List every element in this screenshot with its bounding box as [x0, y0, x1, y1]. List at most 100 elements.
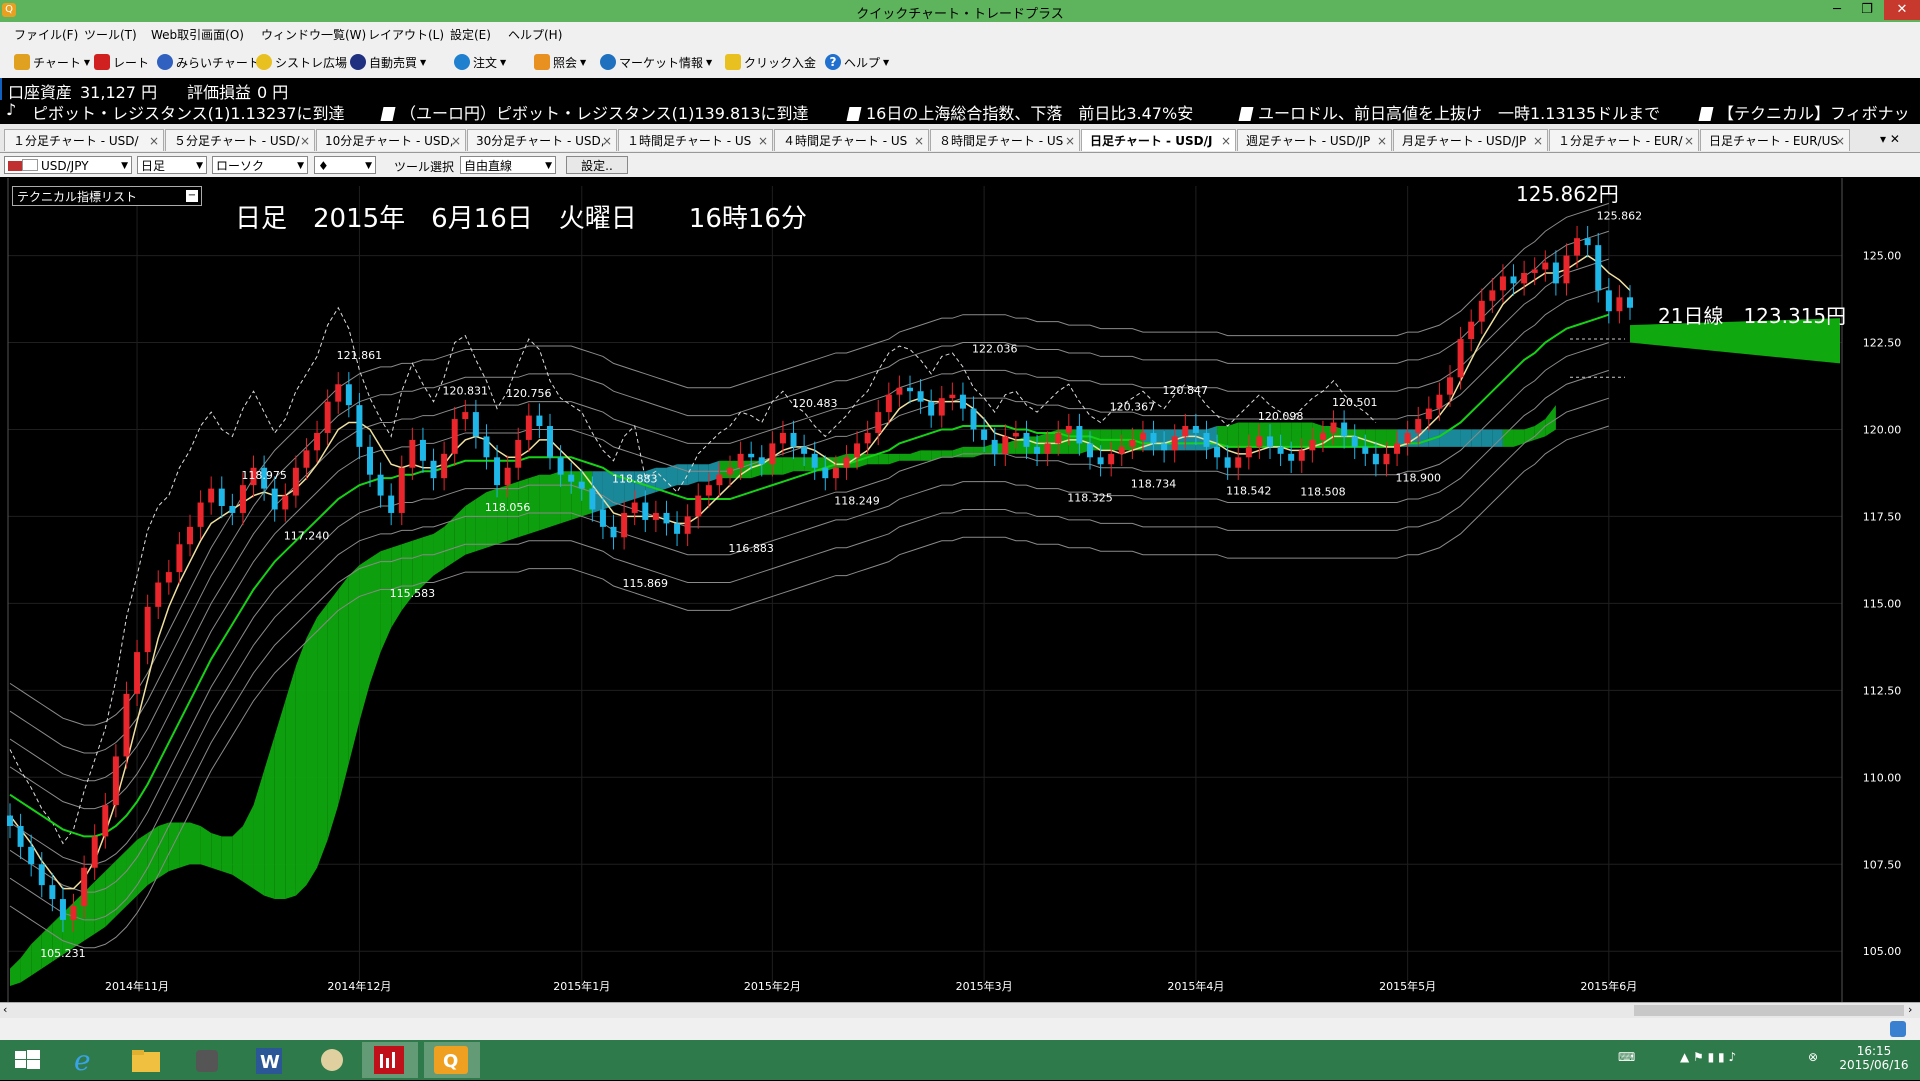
tab-chart-8[interactable]: 週足チャート - USD/JP × [1237, 129, 1392, 151]
help-button[interactable]: ? ヘルプ ▼ [825, 52, 889, 72]
tab-chart-11[interactable]: 日足チャート - EUR/US × [1700, 129, 1850, 151]
cloud-segment [338, 575, 349, 806]
tab-chart-9[interactable]: 月足チャート - USD/JP × [1393, 129, 1548, 151]
rate-button[interactable]: レート [94, 52, 149, 72]
candle-body [112, 756, 119, 806]
news-item[interactable]: ピボット・レジスタンス(1)1.13237に到達 [32, 100, 345, 122]
ie-icon[interactable]: e [56, 1042, 112, 1078]
menu-help[interactable]: ヘルプ(H) [508, 26, 562, 43]
menu-file[interactable]: ファイル(F) [14, 26, 78, 43]
candle-body [218, 488, 225, 506]
order-button[interactable]: 注文 ▼ [454, 52, 506, 72]
tab-close-icon[interactable]: × [758, 130, 768, 151]
word-icon[interactable]: W [242, 1042, 298, 1078]
svg-text:W: W [260, 1052, 280, 1073]
price-chart[interactable]: 125.00 122.50 120.00 117.50 115.00 112.50 110.… [0, 178, 1920, 1002]
menu-settings[interactable]: 設定(E) [450, 26, 491, 43]
cloud-segment [274, 700, 286, 900]
price-label: 120.756 [506, 387, 552, 400]
news-item[interactable]: 【テクニカル】フィボナッ [1698, 100, 1910, 122]
candle-body [324, 401, 331, 433]
tab-chart-2[interactable]: 10分足チャート - USD, × [316, 129, 466, 151]
menu-web-trade[interactable]: Web取引画面(O) [151, 26, 244, 43]
news-item[interactable]: （ユーロ円）ピボット・レジスタンス(1)139.813に到達 [380, 100, 809, 122]
settings-button[interactable]: 設定.. [566, 156, 628, 174]
tab-close-icon[interactable]: × [1065, 130, 1075, 151]
tab-chart-3[interactable]: 30分足チャート - USD, × [467, 129, 617, 151]
quick-chart-icon[interactable]: Q [424, 1042, 480, 1078]
pair-select[interactable]: USD/JPY ▼ [4, 156, 132, 174]
tab-close-icon[interactable]: × [1835, 130, 1845, 151]
tab-chart-7[interactable]: 日足チャート - USD/J × [1081, 129, 1236, 151]
systre-button[interactable]: シストレ広場 [256, 52, 347, 72]
tab-chart-6[interactable]: ８時間足チャート - US × [930, 129, 1080, 151]
candle-body [1118, 446, 1125, 454]
scroll-left-icon[interactable]: ‹ [3, 1003, 7, 1016]
chart-canvas[interactable]: 125.00 122.50 120.00 117.50 115.00 112.50 110.… [0, 178, 1920, 1002]
tab-close-icon[interactable]: × [1684, 130, 1694, 151]
mirai-chart-button[interactable]: みらいチャート [157, 52, 260, 72]
market-info-button[interactable]: マーケット情報 ▼ [600, 52, 712, 72]
clock[interactable]: 16:15 2015/06/16 [1832, 1044, 1916, 1072]
ma-fast-line [9, 254, 1631, 890]
keyboard-icon[interactable]: ⌨ [1618, 1050, 1635, 1064]
scroll-right-icon[interactable]: › [1908, 1003, 1912, 1016]
trading-app-icon[interactable] [362, 1042, 418, 1078]
close-icon[interactable]: ✕ [1884, 0, 1920, 20]
notification-icon[interactable]: ⊗ [1808, 1050, 1818, 1064]
tab-close-icon[interactable]: × [602, 130, 612, 151]
period-select[interactable]: 日足 ▼ [137, 156, 207, 174]
tab-close-icon[interactable]: × [914, 130, 924, 151]
candle-body [811, 453, 818, 468]
tab-chart-0[interactable]: １分足チャート - USD/ × [4, 129, 164, 151]
tab-close-icon[interactable]: × [451, 130, 461, 151]
cloud-segment [1365, 429, 1376, 447]
minimize-icon[interactable]: ─ [1822, 0, 1852, 20]
horizontal-scrollbar[interactable]: ‹ › [0, 1002, 1920, 1019]
indicator-list[interactable]: テクニカル指標リスト − [12, 186, 202, 206]
tab-chart-4[interactable]: １時間足チャート - US × [618, 129, 773, 151]
app-icon-3[interactable] [180, 1042, 236, 1078]
menu-windows[interactable]: ウィンドウ一覧(W) [261, 26, 366, 43]
news-item[interactable]: 16日の上海総合指数、下落 前日比3.47%安 [846, 100, 1193, 122]
tab-chart-5[interactable]: ４時間足チャート - US × [774, 129, 929, 151]
tab-close-icon[interactable]: × [149, 130, 159, 151]
candle-body [430, 460, 437, 479]
last-price-label: 125.862円 [1516, 182, 1619, 206]
click-deposit-button[interactable]: クリック入金 [725, 52, 816, 72]
tray-icons[interactable]: ▲ ⚑ ▮ ▮ ♪ [1680, 1050, 1736, 1064]
tab-close-icon[interactable]: × [300, 130, 310, 151]
tab-label: ８時間足チャート - US [939, 134, 1064, 148]
tab-close-icon[interactable]: × [1533, 130, 1543, 151]
start-button[interactable] [0, 1042, 56, 1078]
candle-body [1139, 432, 1146, 440]
tab-chart-1[interactable]: ５分足チャート - USD/× [165, 129, 315, 151]
tab-close-icon[interactable]: × [1221, 130, 1231, 151]
title-bar: Q クイックチャート・トレードプラス ─ ❐ ✕ [0, 0, 1920, 22]
candle-select[interactable]: ローソク ▼ [212, 156, 308, 174]
news-item[interactable]: ユーロドル、前日高値を上抜け 一時1.13135ドルまで [1238, 100, 1660, 122]
collapse-icon[interactable]: − [186, 190, 198, 202]
tool-select[interactable]: 自由直線 ▼ [460, 156, 556, 174]
cloud-segment [539, 474, 550, 531]
paint-icon[interactable] [304, 1042, 360, 1078]
menu-layout[interactable]: レイアウト(L) [368, 26, 444, 43]
tab-chart-10[interactable]: １分足チャート - EUR/× [1549, 129, 1699, 151]
menu-tools[interactable]: ツール(T) [84, 26, 137, 43]
restore-icon[interactable]: ❐ [1852, 0, 1882, 20]
inquiry-button[interactable]: 照会 ▼ [534, 52, 586, 72]
candle-body [123, 693, 130, 757]
marker-select[interactable]: ♦ ▼ [314, 156, 376, 174]
scroll-thumb[interactable] [1634, 1005, 1904, 1016]
candle-body [504, 467, 511, 486]
status-bar [0, 1018, 1920, 1040]
chart-button[interactable]: チャート ▼ [14, 52, 90, 72]
tab-overflow-icon[interactable]: ▾ ✕ [1880, 132, 1900, 146]
cloud-segment [878, 453, 889, 465]
tab-close-icon[interactable]: × [1377, 130, 1387, 151]
candle-body [1023, 432, 1030, 447]
explorer-icon[interactable] [118, 1042, 174, 1078]
auto-trade-button[interactable]: 自動売買 ▼ [350, 52, 426, 72]
candle-body [17, 826, 24, 847]
chart-icon [14, 54, 30, 70]
